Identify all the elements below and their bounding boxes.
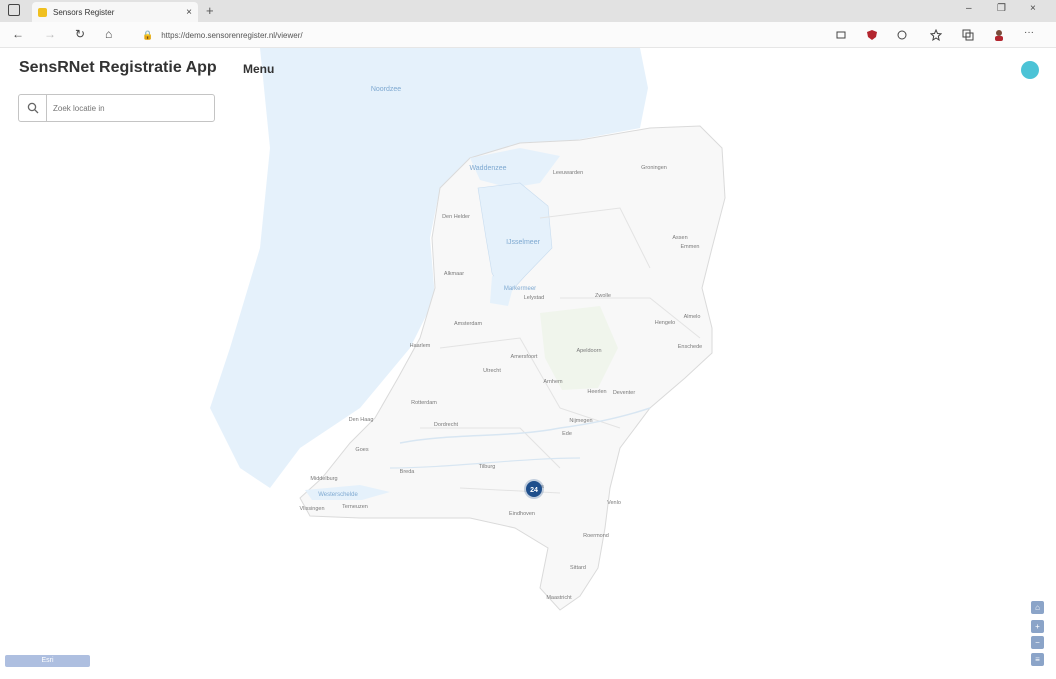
city-label: Heerlen: [587, 389, 606, 395]
city-label: Maastricht: [546, 595, 572, 601]
lock-icon: 🔒: [142, 29, 154, 40]
city-label: Rotterdam: [411, 400, 437, 406]
browser-tab[interactable]: Sensors Register ×: [32, 2, 198, 22]
search-icon[interactable]: [19, 95, 47, 121]
city-label: Leeuwarden: [553, 170, 583, 176]
url-field[interactable]: 🔒 https://demo.sensorenregister.nl/viewe…: [134, 26, 824, 44]
city-label: Groningen: [641, 165, 667, 171]
restore-button[interactable]: ❐: [997, 3, 1006, 14]
back-icon[interactable]: ←: [12, 27, 24, 41]
user-avatar[interactable]: [1021, 61, 1039, 79]
city-label: Nijmegen: [569, 418, 592, 424]
browser-titlebar: Sensors Register × + – ❐ ×: [0, 0, 1056, 22]
attribution-bar: Esri: [5, 655, 90, 667]
forward-icon[interactable]: →: [44, 27, 56, 41]
favicon-icon: [38, 7, 47, 17]
tab-title: Sensors Register: [53, 7, 115, 17]
city-label: Lelystad: [524, 295, 545, 301]
app-title: SensRNet Registratie App: [19, 59, 217, 76]
refresh-icon[interactable]: ↻: [75, 27, 85, 41]
city-label: Amersfoort: [511, 354, 538, 360]
city-label: Venlo: [607, 500, 621, 506]
layers-icon[interactable]: ≡: [1031, 653, 1044, 666]
city-label: Dordrecht: [434, 422, 459, 428]
profile-icon[interactable]: [993, 29, 1005, 41]
city-label: Ede: [562, 431, 572, 437]
menu-button[interactable]: Menu: [243, 62, 274, 76]
water-label: Noordzee: [371, 86, 401, 93]
city-label: Zwolle: [595, 293, 611, 299]
home-browser-icon[interactable]: ⌂: [105, 27, 112, 41]
zoom-out-button[interactable]: −: [1031, 636, 1044, 649]
tab-close-icon[interactable]: ×: [186, 7, 192, 18]
city-label: Roermond: [583, 533, 609, 539]
city-label: Vlissingen: [299, 506, 324, 512]
collections-icon[interactable]: [962, 29, 974, 41]
address-bar: ← → ↻ ⌂ 🔒 https://demo.sensorenregister.…: [0, 22, 1056, 48]
city-label: Eindhoven: [509, 511, 535, 517]
water-label: Westerschelde: [318, 492, 358, 498]
water-label: IJsselmeer: [506, 239, 541, 246]
water-label: Markermeer: [504, 286, 536, 292]
zoom-in-button[interactable]: +: [1031, 620, 1044, 633]
cluster-count: 24: [530, 487, 538, 494]
water-label: Waddenzee: [469, 165, 506, 172]
favorites-icon[interactable]: [930, 29, 942, 41]
city-label: Assen: [672, 235, 687, 241]
city-label: Den Helder: [442, 214, 470, 220]
more-options-icon[interactable]: ···: [1024, 27, 1034, 38]
city-label: Alkmaar: [444, 271, 464, 277]
home-extent-button[interactable]: ⌂: [1031, 601, 1044, 614]
city-label: Almelo: [684, 314, 701, 320]
city-label: Amsterdam: [454, 321, 483, 327]
tab-actions-icon[interactable]: [8, 4, 20, 16]
shield-icon[interactable]: [866, 29, 878, 41]
window-close-button[interactable]: ×: [1030, 3, 1036, 14]
sensor-cluster-marker[interactable]: 24: [524, 479, 544, 499]
city-label: Arnhem: [543, 379, 563, 385]
search-input[interactable]: [47, 95, 214, 121]
new-tab-button[interactable]: +: [206, 3, 214, 18]
city-label: Den Haag: [349, 417, 374, 423]
minimize-button[interactable]: –: [966, 3, 972, 14]
url-text: https://demo.sensorenregister.nl/viewer/: [161, 30, 303, 40]
city-label: Hengelo: [655, 320, 676, 326]
city-label: Haarlem: [410, 343, 431, 349]
extension-icon[interactable]: [896, 29, 908, 41]
app-container: Noordzee Waddenzee IJsselmeer Markermeer…: [0, 48, 1056, 679]
city-label: Breda: [400, 469, 416, 475]
city-label: Middelburg: [310, 476, 337, 482]
map-canvas[interactable]: Noordzee Waddenzee IJsselmeer Markermeer…: [0, 48, 1056, 679]
city-label: Enschede: [678, 344, 702, 350]
city-label: Sittard: [570, 565, 586, 571]
city-label: Goes: [355, 447, 368, 453]
city-label: Tilburg: [479, 464, 496, 470]
city-label: Utrecht: [483, 368, 501, 374]
city-label: Emmen: [681, 244, 700, 250]
city-label: Terneuzen: [342, 504, 368, 510]
location-search: [18, 94, 215, 122]
city-label: Deventer: [613, 390, 635, 396]
read-aloud-icon[interactable]: [836, 29, 848, 41]
city-label: Apeldoorn: [576, 348, 601, 354]
